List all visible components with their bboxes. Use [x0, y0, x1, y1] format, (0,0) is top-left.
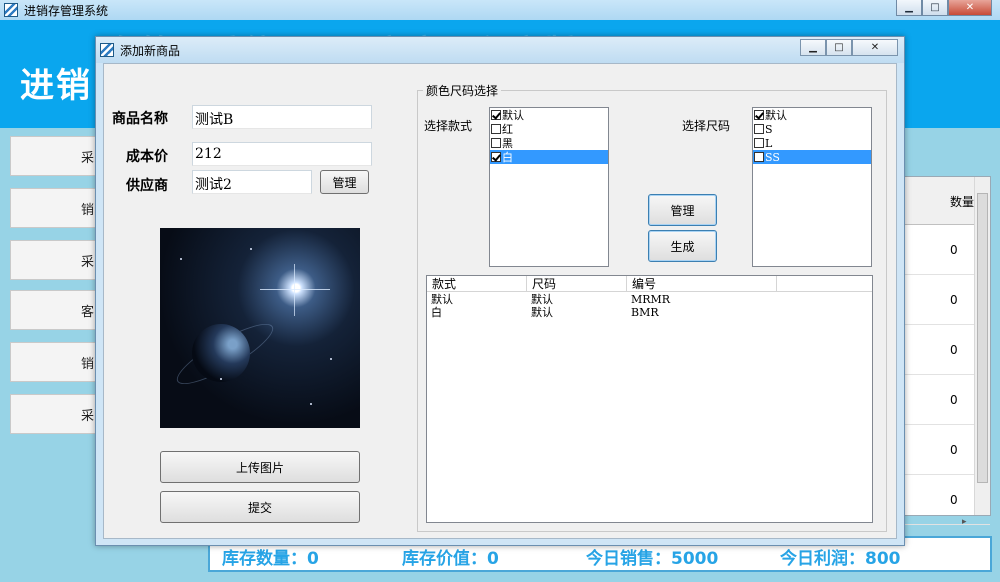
sku-list-view[interactable]: 款式 尺码 编号 默认 默认 MRMR 白默认 BMR [426, 275, 873, 523]
product-name-label: 商品名称 [112, 111, 168, 127]
list-cell: 默认 [531, 293, 553, 306]
checkbox[interactable] [491, 138, 501, 148]
today-profit: 今日利润：800 [780, 549, 901, 569]
list-item[interactable]: 默认 默认 MRMR [427, 293, 872, 306]
grid-cell: 0 [950, 293, 958, 307]
checkbox[interactable] [754, 124, 764, 134]
scrollbar-thumb[interactable] [977, 193, 988, 483]
size-item-label: S [765, 122, 773, 136]
stock-quantity: 库存数量：0 [222, 549, 319, 569]
star [220, 378, 222, 380]
manage-supplier-button[interactable]: 管理 [320, 170, 369, 194]
grid-cell: 0 [950, 393, 958, 407]
app-icon [4, 3, 18, 17]
list-cell: 默认 [431, 293, 453, 306]
generate-button[interactable]: 生成 [648, 230, 717, 262]
style-item[interactable]: 默认 [490, 108, 608, 122]
dialog-icon [100, 43, 114, 57]
dialog-title: 添加新商品 [120, 43, 181, 58]
size-item-label: 默认 [765, 109, 787, 122]
dialog-titlebar[interactable]: 添加新商品 ▁ □ ✕ [96, 37, 904, 63]
size-item-label: L [765, 136, 773, 150]
supplier-input[interactable]: 测试2 [192, 170, 312, 194]
dialog-client-area: 商品名称 测试B 成本价 212 供应商 测试2 管理 上传图片 提交 颜色尺码… [103, 63, 897, 539]
list-header: 款式 尺码 编号 [427, 276, 872, 292]
select-size-label: 选择尺码 [682, 119, 731, 133]
main-window-controls: ▁ □ ✕ [896, 0, 992, 16]
style-item[interactable]: 红 [490, 122, 608, 136]
minimize-icon[interactable]: ▁ [896, 0, 922, 16]
checkbox[interactable] [491, 152, 501, 162]
column-header-style[interactable]: 款式 [427, 276, 527, 292]
product-image-preview [160, 228, 360, 428]
grid-vertical-scrollbar[interactable] [974, 177, 990, 515]
checkbox[interactable] [491, 110, 501, 120]
checkbox[interactable] [754, 138, 764, 148]
column-header-empty [777, 276, 873, 292]
size-item[interactable]: S [753, 122, 871, 136]
upload-image-button[interactable]: 上传图片 [160, 451, 360, 483]
add-product-dialog: 添加新商品 ▁ □ ✕ 商品名称 测试B 成本价 212 供应商 测试2 管理 … [95, 36, 905, 546]
manage-button[interactable]: 管理 [648, 194, 717, 226]
list-cell: 白 [431, 306, 442, 319]
header-title: 进销 [20, 66, 92, 106]
column-header-size[interactable]: 尺码 [527, 276, 627, 292]
color-size-group-title: 颜色尺码选择 [423, 82, 502, 99]
close-icon[interactable]: ✕ [948, 0, 992, 16]
list-cell: 默认 [531, 306, 553, 319]
size-item-label: SS [765, 150, 780, 164]
close-icon[interactable]: ✕ [852, 39, 898, 56]
supplier-label: 供应商 [126, 178, 168, 194]
grid-column-label: 数量 [950, 195, 975, 209]
data-grid[interactable]: 数量 0 0 0 0 0 0 [903, 176, 991, 525]
stock-value: 库存价值：0 [402, 549, 499, 569]
size-listbox[interactable]: 默认 S L SS [752, 107, 872, 267]
submit-button[interactable]: 提交 [160, 491, 360, 523]
size-item[interactable]: L [753, 136, 871, 150]
style-listbox[interactable]: 默认红黑白 [489, 107, 609, 267]
style-item[interactable]: 白 [490, 150, 608, 164]
star [250, 248, 252, 250]
checkbox[interactable] [754, 110, 764, 120]
planet [192, 324, 250, 382]
dialog-controls: ▁ □ ✕ [800, 39, 898, 56]
grid-cell: 0 [950, 243, 958, 257]
star [310, 403, 312, 405]
star-flare [294, 264, 295, 316]
cost-price-input[interactable]: 212 [192, 142, 372, 166]
size-item[interactable]: 默认 [753, 108, 871, 122]
maximize-icon[interactable]: □ [922, 0, 948, 16]
cost-price-label: 成本价 [126, 149, 168, 165]
checkbox[interactable] [754, 152, 764, 162]
main-titlebar: 进销存管理系统 ▁ □ ✕ [0, 0, 1000, 20]
column-header-code[interactable]: 编号 [627, 276, 777, 292]
product-name-input[interactable]: 测试B [192, 105, 372, 129]
list-item[interactable]: 白 默认 BMR [427, 306, 872, 319]
list-cell: BMR [631, 306, 659, 319]
star [330, 358, 332, 360]
star [180, 258, 182, 260]
grid-cell: 0 [950, 443, 958, 457]
list-cell: MRMR [631, 293, 671, 306]
minimize-icon[interactable]: ▁ [800, 39, 826, 56]
grid-cell: 0 [950, 343, 958, 357]
scroll-right-icon[interactable]: ▸ [962, 517, 967, 527]
maximize-icon[interactable]: □ [826, 39, 852, 56]
today-sales: 今日销售：5000 [586, 549, 719, 569]
grid-cell: 0 [950, 493, 958, 507]
checkbox[interactable] [491, 124, 501, 134]
style-item[interactable]: 黑 [490, 136, 608, 150]
size-item[interactable]: SS [753, 150, 871, 164]
star-flare [260, 289, 330, 290]
select-style-label: 选择款式 [424, 119, 473, 133]
main-window-title: 进销存管理系统 [24, 3, 109, 18]
style-item-label: 白 [502, 151, 513, 164]
